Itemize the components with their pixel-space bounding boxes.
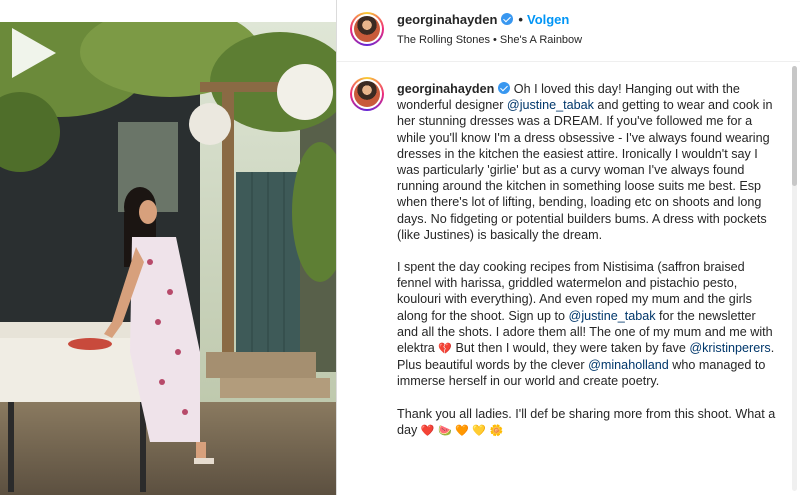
caption-section: georginahayden Oh I loved this day! Hang… [337, 63, 800, 495]
header-user-line: georginahayden • Volgen [397, 12, 569, 27]
separator-dot: • [518, 12, 523, 27]
audio-track[interactable]: The Rolling Stones • She's A Rainbow [397, 34, 582, 46]
mention-justine-tabak[interactable]: @justine_tabak [569, 309, 656, 323]
profile-photo [354, 81, 380, 107]
header-username[interactable]: georginahayden [397, 12, 497, 27]
post-caption: georginahayden Oh I loved this day! Hang… [397, 81, 777, 455]
verified-badge-icon [498, 82, 511, 94]
caption-paragraph-2: I spent the day cooking recipes from Nis… [397, 259, 777, 390]
top-strip [0, 0, 336, 22]
caption-avatar[interactable] [350, 77, 384, 111]
caption-scrollbar[interactable] [792, 66, 797, 491]
post-header: georginahayden • Volgen The Rolling Stones… [337, 0, 800, 62]
profile-photo [354, 16, 380, 42]
caption-text: But then I would, they were taken by fav… [452, 341, 690, 356]
scrollbar-thumb[interactable] [792, 66, 797, 186]
video-frame-illustration [0, 22, 336, 495]
instagram-post-window: georginahayden • Volgen The Rolling Stones… [0, 0, 800, 495]
mention-kristinperers[interactable]: @kristinperers [689, 341, 770, 355]
verified-badge-icon [501, 13, 514, 25]
mention-minaholland[interactable]: @minaholland [588, 358, 669, 372]
caption-username[interactable]: georginahayden [397, 82, 494, 96]
post-video[interactable] [0, 22, 336, 495]
mention-justine-tabak[interactable]: @justine_tabak [507, 98, 594, 112]
avatar[interactable] [350, 12, 384, 46]
play-icon[interactable] [0, 22, 62, 84]
caption-text: and getting to wear and cook in her stun… [397, 98, 773, 242]
broken-heart-icon: 💔 [438, 342, 453, 356]
hearts-emoji-icon: ❤️ 🍉 🧡 💛 🌼 [420, 423, 504, 437]
caption-paragraph-3: Thank you all ladies. I'll def be sharin… [397, 406, 777, 439]
follow-button[interactable]: Volgen [527, 12, 569, 27]
caption-paragraph-1: georginahayden Oh I loved this day! Hang… [397, 81, 777, 243]
